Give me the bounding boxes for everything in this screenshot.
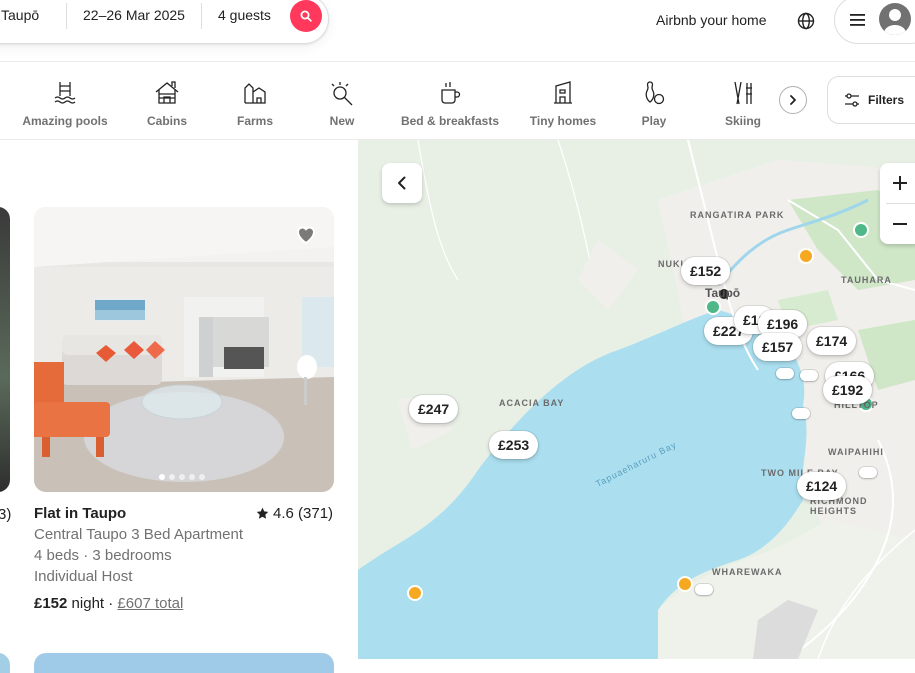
skiing-icon — [734, 81, 752, 105]
map-mini-pin[interactable] — [776, 368, 794, 379]
category-label: Skiing — [724, 114, 761, 128]
listing-photo[interactable] — [34, 207, 334, 492]
map-label: TAUHARA — [841, 275, 892, 285]
header: Taupō 22–26 Mar 2025 4 guests Airbnb you… — [0, 0, 915, 62]
price-total[interactable]: £607 total — [117, 595, 183, 612]
map-mini-pin[interactable] — [792, 408, 810, 419]
category-label: Play — [641, 114, 667, 128]
map-price-pin[interactable]: £124 — [797, 472, 847, 500]
globe-icon[interactable] — [796, 11, 816, 31]
category-skiing[interactable]: Skiing — [722, 76, 764, 128]
pool-icon — [54, 82, 76, 104]
carousel-dot[interactable] — [159, 474, 165, 480]
map-label: RANGATIRA PARK — [690, 210, 785, 220]
search-guests[interactable]: 4 guests — [218, 7, 271, 23]
listing-rating: 4.6 (371) — [256, 505, 333, 522]
map-price-pin[interactable]: £174 — [807, 327, 857, 355]
carousel-dot[interactable] — [189, 474, 195, 480]
category-label: Amazing pools — [22, 114, 108, 128]
listing-details: 4 beds · 3 bedrooms — [34, 547, 172, 564]
divider — [201, 3, 202, 29]
search-icon — [300, 10, 312, 22]
bed-breakfast-icon — [441, 82, 461, 104]
carousel-dot[interactable] — [169, 474, 175, 480]
map-label: ACACIA BAY — [499, 398, 565, 408]
filters-icon — [845, 93, 859, 107]
avatar — [879, 3, 911, 35]
apartment-photo — [34, 207, 334, 492]
divider — [66, 3, 67, 29]
map-mini-pin[interactable] — [800, 370, 818, 381]
chevron-left-icon — [398, 176, 406, 190]
category-label: Tiny homes — [529, 114, 597, 128]
map-label: HEIGHTS — [810, 506, 858, 516]
search-dates[interactable]: 22–26 Mar 2025 — [83, 7, 185, 23]
plus-icon — [893, 176, 907, 190]
map-price-pin[interactable]: £247 — [409, 395, 459, 423]
category-farms[interactable]: Farms — [232, 76, 278, 128]
category-amazing-pools[interactable]: Amazing pools — [22, 76, 108, 128]
map-mini-pin[interactable] — [859, 467, 877, 478]
menu-icon — [850, 14, 865, 26]
play-icon — [645, 81, 665, 105]
next-listing-photo[interactable] — [34, 653, 334, 673]
map-mini-pin[interactable] — [695, 584, 713, 595]
category-label: Bed & breakfasts — [400, 114, 500, 128]
profile-menu-button[interactable] — [834, 0, 915, 44]
category-new[interactable]: New — [322, 76, 362, 128]
star-icon — [256, 507, 269, 519]
listing-rating-partial: 3) — [0, 506, 12, 523]
category-label: New — [329, 114, 355, 128]
map-price-pin[interactable]: £157 — [753, 333, 803, 361]
zoom-in-button[interactable] — [880, 163, 915, 203]
cabin-icon — [155, 81, 179, 104]
user-icon — [884, 9, 906, 35]
category-tiny-homes[interactable]: Tiny homes — [528, 76, 598, 128]
search-bar[interactable]: Taupō 22–26 Mar 2025 4 guests — [0, 0, 329, 44]
map-price-pin[interactable]: £192 — [823, 376, 873, 404]
category-label: Cabins — [146, 114, 187, 128]
category-label: Farms — [236, 114, 274, 128]
airbnb-your-home-link[interactable]: Airbnb your home — [656, 12, 767, 28]
listing-price: £152 night · £607 total — [34, 595, 183, 612]
filters-button[interactable]: Filters — [827, 76, 915, 124]
search-location[interactable]: Taupō — [1, 7, 39, 23]
farm-icon — [244, 83, 266, 104]
category-bar: Amazing pools Cabins Farms New Bed & bre… — [0, 62, 915, 140]
map-label: WAIPAHIHI — [828, 447, 884, 457]
map-label: Taupō — [705, 286, 741, 300]
listing-title[interactable]: Flat in Taupo — [34, 505, 126, 522]
new-icon — [331, 82, 353, 106]
category-next-button[interactable] — [779, 86, 807, 114]
photo-carousel-dots — [159, 474, 205, 480]
map-price-pin[interactable]: £152 — [681, 257, 731, 285]
listing-subtitle: Central Taupo 3 Bed Apartment — [34, 526, 244, 543]
zoom-out-button[interactable] — [880, 204, 915, 244]
carousel-dot[interactable] — [179, 474, 185, 480]
listing-rating-value: 4.6 (371) — [273, 505, 334, 522]
listing-photo-partial[interactable] — [0, 207, 10, 492]
map-price-pin[interactable]: £253 — [489, 431, 539, 459]
category-play[interactable]: Play — [638, 76, 670, 128]
search-button[interactable] — [290, 0, 322, 32]
category-bed-breakfasts[interactable]: Bed & breakfasts — [400, 76, 500, 128]
next-listing-photo-partial[interactable] — [0, 653, 10, 673]
price-unit: night · — [71, 595, 114, 612]
price-per-night: £152 — [34, 595, 68, 612]
collapse-map-button[interactable] — [382, 163, 422, 203]
minus-icon — [893, 223, 907, 225]
category-cabins[interactable]: Cabins — [142, 76, 192, 128]
carousel-dot[interactable] — [199, 474, 205, 480]
map[interactable]: RANGATIRA PARK NUKU Taupō TAUHARA ACACIA… — [358, 140, 915, 659]
filters-label: Filters — [868, 93, 905, 107]
map-label: WHAREWAKA — [712, 567, 783, 577]
zoom-controls — [880, 163, 915, 244]
chevron-right-icon — [790, 95, 796, 105]
listing-host: Individual Host — [34, 568, 133, 585]
favorite-heart-icon[interactable] — [294, 222, 318, 246]
tiny-home-icon — [554, 81, 572, 104]
